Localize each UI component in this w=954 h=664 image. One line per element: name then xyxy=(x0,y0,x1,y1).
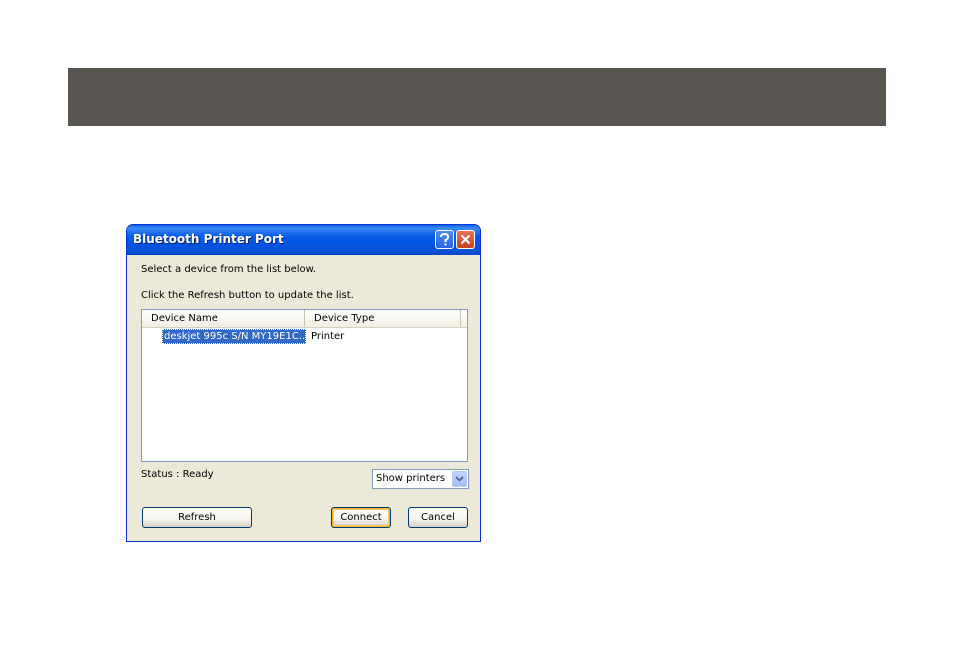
device-row[interactable]: deskjet 995c S/N MY19E1C... Printer xyxy=(142,328,467,344)
dropdown-arrow-button[interactable] xyxy=(452,471,467,487)
title-bar[interactable]: Bluetooth Printer Port xyxy=(127,225,480,255)
column-header-device-type[interactable]: Device Type xyxy=(305,310,461,327)
close-icon xyxy=(460,234,471,245)
device-filter-value: Show printers xyxy=(376,473,446,484)
bluetooth-printer-port-dialog: Bluetooth Printer Port Select a device f… xyxy=(126,224,481,542)
help-icon xyxy=(440,233,450,246)
chevron-down-icon xyxy=(455,476,464,482)
device-filter-dropdown[interactable]: Show printers xyxy=(372,469,469,489)
device-list-header: Device Name Device Type xyxy=(142,310,467,328)
device-name-cell[interactable]: deskjet 995c S/N MY19E1C... xyxy=(162,329,306,344)
instruction-refresh: Click the Refresh button to update the l… xyxy=(141,290,354,301)
column-header-device-name[interactable]: Device Name xyxy=(142,310,305,327)
dialog-client-area: Select a device from the list below. Cli… xyxy=(130,255,477,538)
cancel-button[interactable]: Cancel xyxy=(408,507,468,528)
device-list[interactable]: Device Name Device Type deskjet 995c S/N… xyxy=(141,309,468,462)
refresh-button[interactable]: Refresh xyxy=(142,507,252,528)
status-text: Status : Ready xyxy=(141,469,214,480)
instruction-select: Select a device from the list below. xyxy=(141,264,317,275)
device-type-cell: Printer xyxy=(311,331,345,342)
close-button[interactable] xyxy=(456,230,475,249)
dialog-title: Bluetooth Printer Port xyxy=(133,232,284,246)
help-button[interactable] xyxy=(435,230,454,249)
header-band xyxy=(68,68,886,126)
connect-button[interactable]: Connect xyxy=(331,507,391,528)
